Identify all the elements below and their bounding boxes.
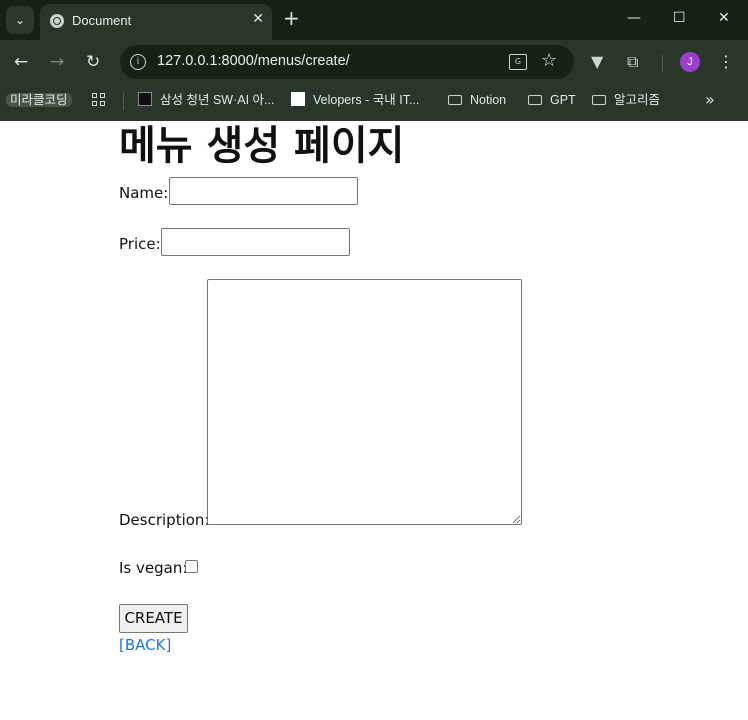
velopers-favicon-icon xyxy=(291,92,305,106)
vivaldi-extension-icon[interactable]: ▼ xyxy=(591,52,603,71)
more-menu-icon[interactable]: ⋮ xyxy=(718,52,734,71)
price-input[interactable] xyxy=(161,228,350,256)
folder-icon xyxy=(592,95,606,105)
bookmark-divider xyxy=(123,92,124,110)
apps-grid-icon[interactable] xyxy=(92,93,106,107)
extensions-puzzle-icon[interactable]: ⧉ xyxy=(627,52,638,72)
profile-avatar[interactable]: J xyxy=(680,52,700,72)
bookmark-label: 알고리즘 xyxy=(614,93,661,107)
bookmark-folder[interactable]: Notion xyxy=(448,90,506,110)
vegan-label: Is vegan: xyxy=(119,559,188,577)
toolbar: ← → ↻ i 127.0.0.1:8000/menus/create/ G ☆… xyxy=(0,40,748,84)
bookmark-item[interactable]: 삼성 청년 SW·AI 아... xyxy=(138,90,274,110)
bookmark-label: Velopers - 국내 IT... xyxy=(313,93,420,107)
bookmark-label: GPT xyxy=(550,93,576,107)
browser-chrome: ⌄ Document ✕ + — ☐ ✕ ← → ↻ i 127.0.0.1:8… xyxy=(0,0,748,121)
active-tab[interactable]: Document ✕ xyxy=(40,4,272,40)
globe-icon xyxy=(50,14,64,28)
back-link[interactable]: [BACK] xyxy=(119,636,171,654)
bookmark-chip[interactable]: 미라클코딩 xyxy=(6,90,72,110)
description-label: Description: xyxy=(119,511,210,529)
folder-icon xyxy=(528,95,542,105)
name-label: Name: xyxy=(119,184,169,202)
bookmark-label: 미라클코딩 xyxy=(6,93,72,107)
price-label: Price: xyxy=(119,235,161,253)
name-input[interactable] xyxy=(169,177,358,205)
tab-title: Document xyxy=(72,13,132,28)
bookmark-item[interactable]: Velopers - 국내 IT... xyxy=(291,90,419,110)
tab-search-button[interactable]: ⌄ xyxy=(6,6,34,34)
reload-icon[interactable]: ↻ xyxy=(86,52,100,72)
chevron-down-icon: ⌄ xyxy=(14,13,26,27)
site-info-icon[interactable]: i xyxy=(130,54,146,70)
address-bar[interactable]: i 127.0.0.1:8000/menus/create/ G ☆ xyxy=(120,45,574,79)
translate-icon[interactable]: G xyxy=(509,54,527,70)
url-text[interactable]: 127.0.0.1:8000/menus/create/ xyxy=(157,53,350,69)
toolbar-divider xyxy=(662,54,663,72)
forward-arrow-icon[interactable]: → xyxy=(50,52,64,72)
more-bookmarks-icon[interactable]: » xyxy=(705,90,715,109)
bookmark-folder[interactable]: GPT xyxy=(528,90,576,110)
bookmark-star-icon[interactable]: ☆ xyxy=(541,50,557,71)
description-textarea[interactable] xyxy=(207,279,522,525)
window-close-icon[interactable]: ✕ xyxy=(718,10,730,26)
create-button[interactable]: CREATE xyxy=(119,604,188,633)
back-arrow-icon[interactable]: ← xyxy=(14,52,28,72)
new-tab-button[interactable]: + xyxy=(283,8,300,28)
tab-strip: ⌄ Document ✕ + — ☐ ✕ xyxy=(0,0,748,40)
maximize-icon[interactable]: ☐ xyxy=(673,10,686,26)
bookmark-label: Notion xyxy=(470,93,507,107)
bookmark-folder[interactable]: 알고리즘 xyxy=(592,90,660,110)
vegan-checkbox[interactable] xyxy=(185,560,198,573)
bookmark-label: 삼성 청년 SW·AI 아... xyxy=(160,93,275,107)
site-favicon-icon xyxy=(138,92,152,106)
close-tab-icon[interactable]: ✕ xyxy=(252,11,264,27)
page-title: 메뉴 생성 페이지 xyxy=(119,123,405,169)
minimize-icon[interactable]: — xyxy=(627,10,641,26)
folder-icon xyxy=(448,95,462,105)
